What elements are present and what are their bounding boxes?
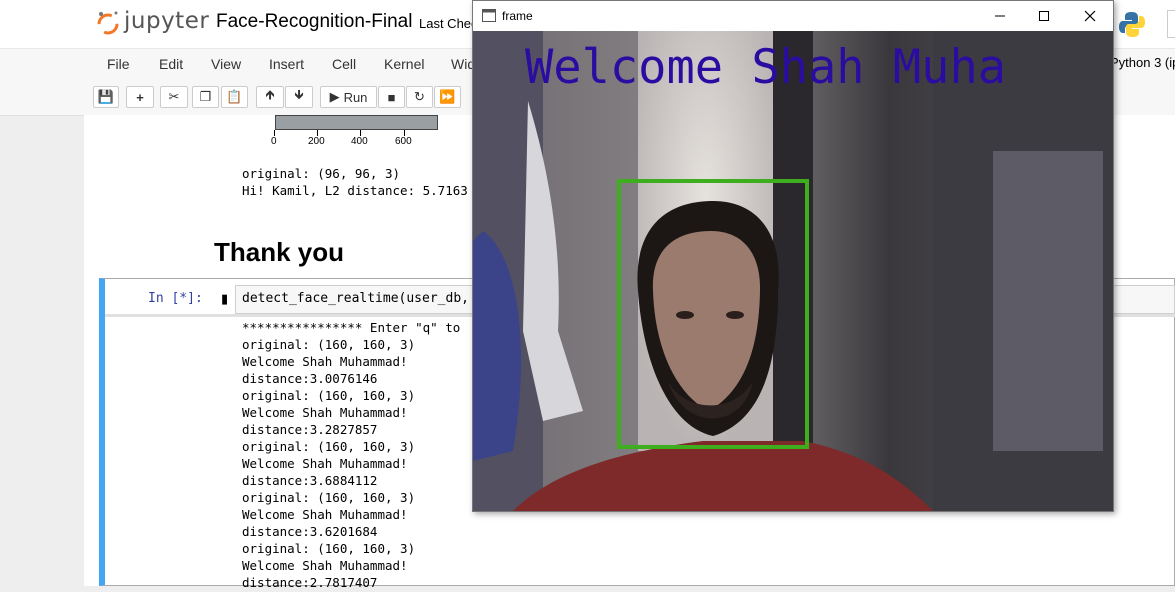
- arrow-down-icon: 🡻: [294, 87, 304, 102]
- output-line: Welcome Shah Muhammad!: [242, 558, 408, 573]
- output-line: original: (160, 160, 3): [242, 439, 416, 454]
- menu-insert[interactable]: Insert: [269, 56, 304, 72]
- output-line: distance:3.0076146: [242, 371, 378, 386]
- python-logo-icon: [1119, 12, 1145, 37]
- jupyter-logo-icon: [97, 11, 119, 35]
- plot-image-remnant: [275, 115, 438, 130]
- output-area: **************** Enter "q" to original: …: [242, 320, 460, 592]
- frame-titlebar[interactable]: frame: [473, 1, 1113, 31]
- collapse-output-icon[interactable]: ▮: [221, 291, 228, 307]
- run-label: Run: [343, 89, 368, 105]
- output-line: distance:3.6884112: [242, 473, 378, 488]
- run-button[interactable]: ▶ Run: [320, 86, 377, 108]
- scissors-icon: ✂: [168, 89, 180, 104]
- paste-icon: 📋: [226, 89, 243, 104]
- frame-window[interactable]: frame Welcome Shah Muha: [472, 0, 1114, 512]
- save-button[interactable]: 💾: [93, 86, 119, 108]
- output-line: original: (96, 96, 3): [242, 166, 401, 181]
- output-line: Welcome Shah Muhammad!: [242, 507, 408, 522]
- cut-button[interactable]: ✂: [160, 86, 188, 108]
- menu-file[interactable]: File: [107, 56, 130, 72]
- user-menu-button[interactable]: [1167, 10, 1175, 38]
- move-up-button[interactable]: 🡹: [256, 86, 284, 108]
- maximize-button[interactable]: [1022, 1, 1066, 31]
- output-line: Welcome Shah Muhammad!: [242, 456, 408, 471]
- output-line: original: (160, 160, 3): [242, 337, 416, 352]
- fast-forward-icon: ⏩: [439, 89, 456, 104]
- plot-tick-label: 200: [308, 136, 325, 147]
- kernel-indicator[interactable]: Python 3 (ipykernel): [1110, 55, 1175, 70]
- notebook-title[interactable]: Face-Recognition-Final: [216, 11, 412, 33]
- window-app-icon: [482, 9, 496, 22]
- menu-edit[interactable]: Edit: [159, 56, 183, 72]
- interrupt-button[interactable]: ■: [378, 86, 405, 108]
- stop-icon: ■: [387, 89, 396, 105]
- welcome-overlay-text: Welcome Shah Muha: [525, 40, 1006, 95]
- maximize-icon: [1039, 11, 1049, 21]
- plus-icon: +: [136, 89, 144, 105]
- menu-view[interactable]: View: [211, 56, 241, 72]
- arrow-up-icon: 🡹: [265, 87, 275, 102]
- output-line: Hi! Kamil, L2 distance: 5.7163: [242, 183, 468, 198]
- menu-kernel[interactable]: Kernel: [384, 56, 424, 72]
- close-icon: [1084, 10, 1096, 22]
- output-line: original: (160, 160, 3): [242, 388, 416, 403]
- plot-tick-label: 400: [351, 136, 368, 147]
- paste-button[interactable]: 📋: [221, 86, 248, 108]
- minimize-icon: [995, 15, 1005, 17]
- webcam-image: Welcome Shah Muha: [473, 31, 1113, 511]
- output-line: original: (160, 160, 3): [242, 490, 416, 505]
- move-down-button[interactable]: 🡻: [285, 86, 313, 108]
- output-line: Welcome Shah Muhammad!: [242, 354, 408, 369]
- menu-cell[interactable]: Cell: [332, 56, 356, 72]
- insert-cell-button[interactable]: +: [126, 86, 154, 108]
- webcam-feed: Welcome Shah Muha: [473, 31, 1113, 511]
- restart-icon: ↻: [414, 89, 425, 104]
- copy-button[interactable]: ❐: [192, 86, 219, 108]
- jupyter-logo-text[interactable]: jupyter: [124, 8, 209, 34]
- plot-tick-label: 0: [271, 136, 277, 147]
- restart-button[interactable]: ↻: [406, 86, 433, 108]
- output-line: distance:3.6201684: [242, 524, 378, 539]
- frame-title: frame: [502, 9, 533, 23]
- save-icon: 💾: [97, 89, 115, 104]
- markdown-heading: Thank you: [214, 237, 345, 267]
- output-line: **************** Enter "q" to: [242, 320, 461, 335]
- output-line: distance:2.7817407: [242, 575, 378, 590]
- minimize-button[interactable]: [979, 1, 1021, 31]
- code-text: detect_face_realtime(user_db,: [242, 291, 469, 306]
- copy-icon: ❐: [199, 89, 212, 104]
- output-line: distance:3.2827857: [242, 422, 378, 437]
- run-icon: ▶: [329, 89, 340, 104]
- output-line: original: (160, 160, 3): [242, 541, 416, 556]
- plot-tick-label: 600: [395, 136, 412, 147]
- input-prompt: In [*]:: [148, 291, 203, 306]
- close-button[interactable]: [1067, 1, 1113, 31]
- restart-run-all-button[interactable]: ⏩: [434, 86, 461, 108]
- output-line: Welcome Shah Muhammad!: [242, 405, 408, 420]
